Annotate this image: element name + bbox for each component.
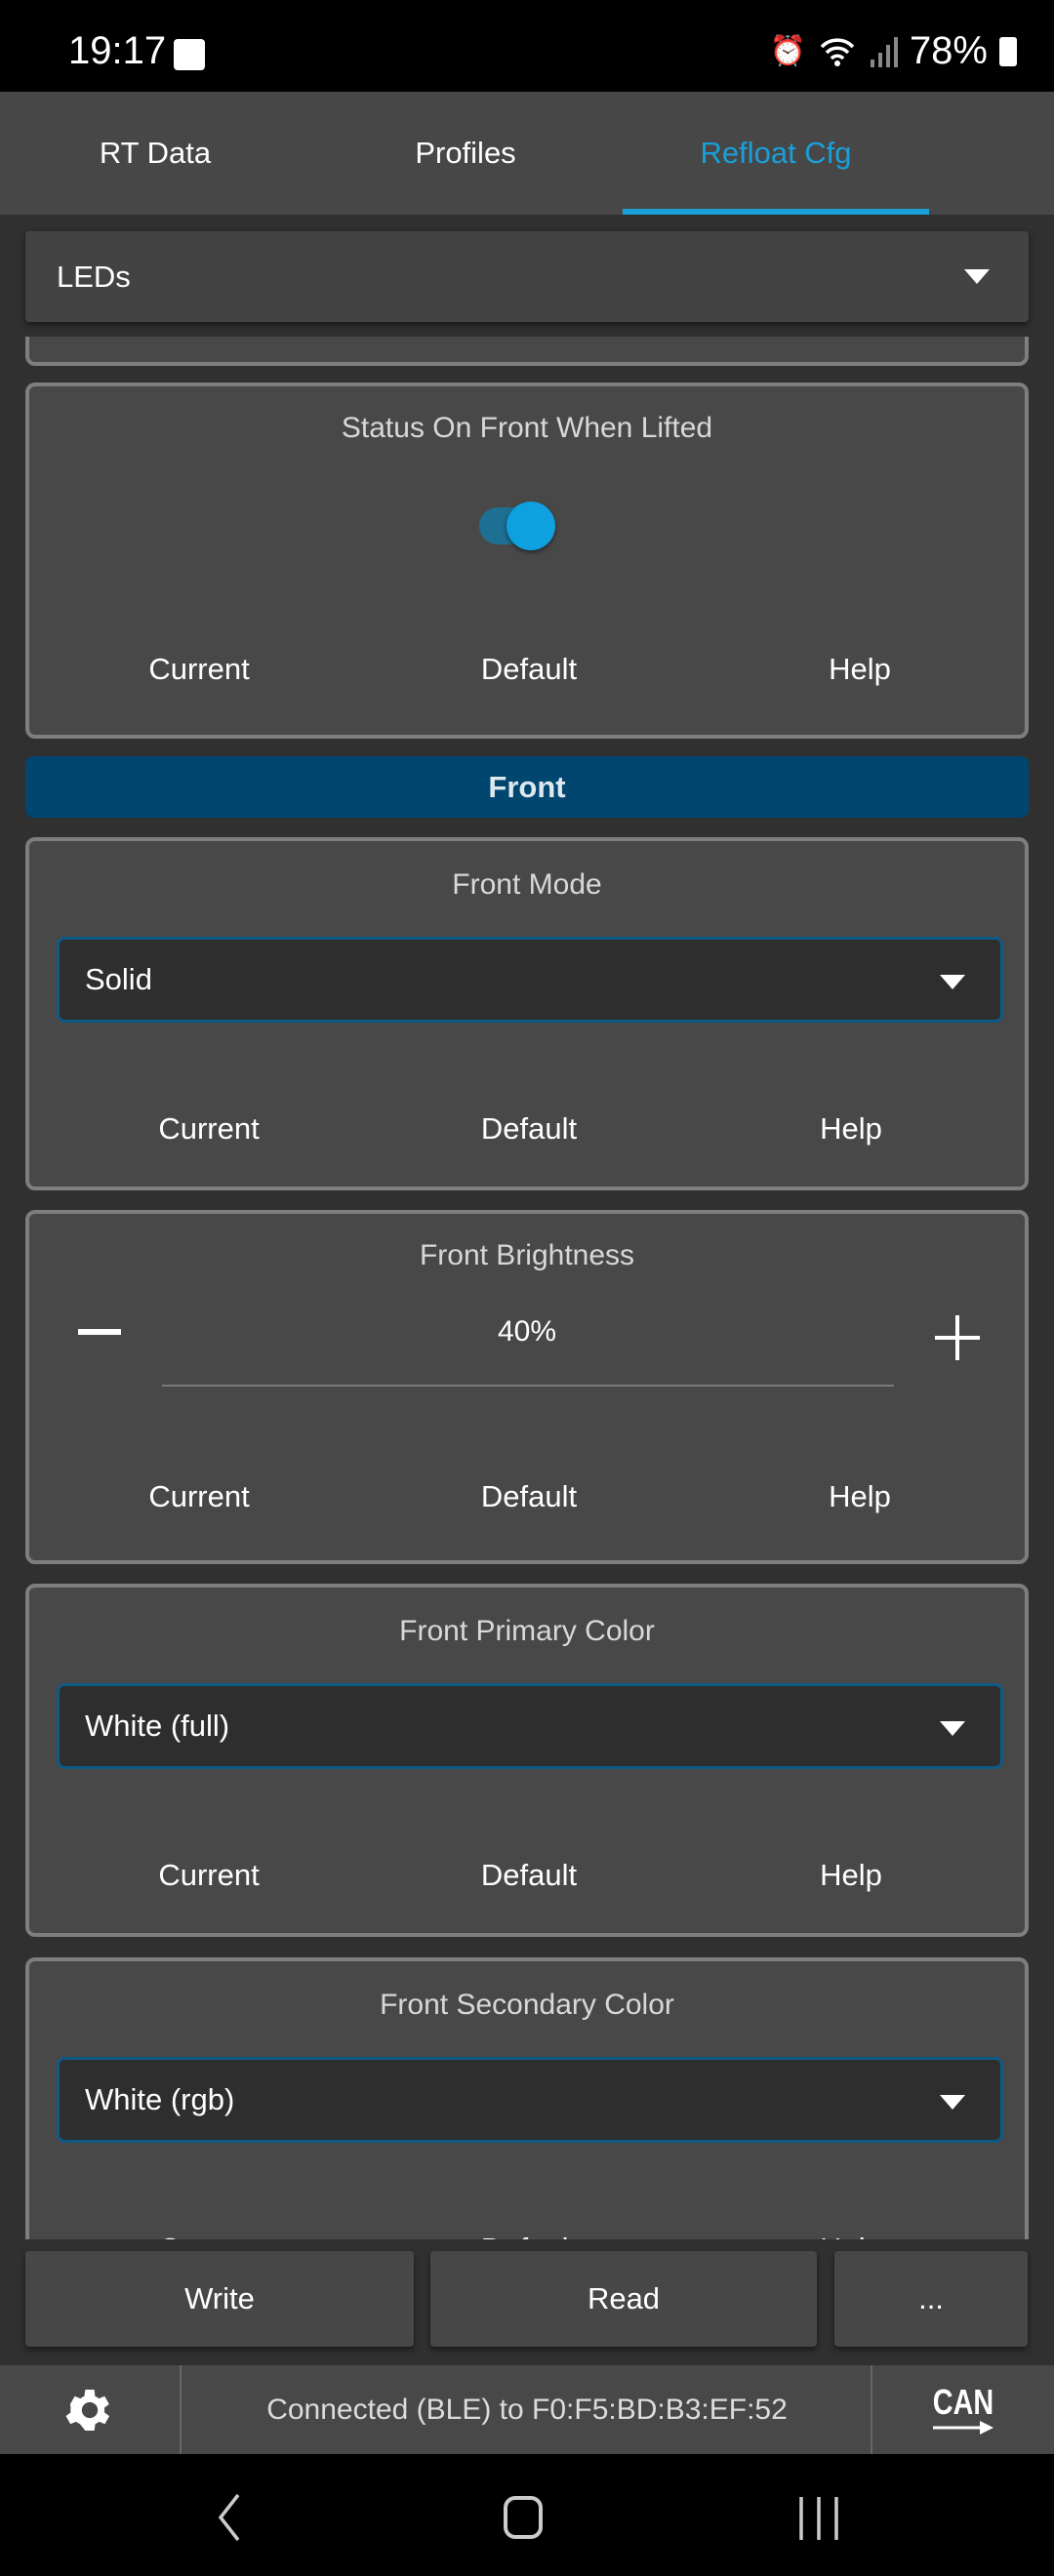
section-header-front: Front bbox=[25, 756, 1029, 818]
front-brightness-card: Front Brightness 40% Current Default Hel… bbox=[25, 1210, 1029, 1564]
chevron-down-icon bbox=[940, 2095, 965, 2110]
tab-bar: RT Data Profiles Refloat Cfg bbox=[0, 92, 1054, 215]
signal-icon bbox=[870, 36, 898, 67]
can-label: CAN bbox=[932, 2381, 994, 2422]
card-title: Front Secondary Color bbox=[380, 1989, 674, 2021]
front-primary-color-select[interactable]: White (full) bbox=[57, 1683, 1003, 1769]
front-secondary-color-select[interactable]: White (rgb) bbox=[57, 2057, 1003, 2143]
select-value: Solid bbox=[85, 962, 152, 996]
front-secondary-color-card: Front Secondary Color White (rgb) Curren… bbox=[25, 1957, 1029, 2239]
current-button[interactable]: Current bbox=[148, 652, 249, 687]
select-value: White (rgb) bbox=[85, 2082, 235, 2116]
home-icon[interactable] bbox=[504, 2496, 543, 2539]
default-button[interactable]: Default bbox=[481, 2232, 577, 2239]
help-button[interactable]: Help bbox=[820, 1858, 882, 1893]
front-mode-select[interactable]: Solid bbox=[57, 937, 1003, 1023]
card-title: Status On Front When Lifted bbox=[341, 412, 713, 444]
category-value: LEDs bbox=[57, 259, 131, 294]
clock: 19:17 bbox=[68, 29, 167, 72]
gallery-icon bbox=[174, 39, 205, 70]
help-button[interactable]: Help bbox=[829, 1479, 891, 1514]
write-button[interactable]: Write bbox=[25, 2251, 414, 2347]
battery-icon bbox=[999, 36, 1017, 66]
front-primary-color-card: Front Primary Color White (full) Current… bbox=[25, 1584, 1029, 1937]
chevron-down-icon bbox=[940, 975, 965, 989]
previous-card-partial bbox=[25, 337, 1029, 366]
tab-rt-data[interactable]: RT Data bbox=[0, 92, 310, 215]
connection-status[interactable]: Connected (BLE) to F0:F5:BD:B3:EF:52 bbox=[183, 2365, 871, 2454]
help-button[interactable]: Help bbox=[820, 1111, 882, 1147]
alarm-icon: ⏰ bbox=[769, 35, 806, 67]
card-title: Front Mode bbox=[452, 868, 602, 901]
read-button[interactable]: Read bbox=[430, 2251, 817, 2347]
active-tab-indicator bbox=[623, 209, 929, 215]
gear-icon bbox=[65, 2389, 110, 2431]
toggle-thumb bbox=[507, 502, 555, 550]
default-button[interactable]: Default bbox=[481, 1479, 577, 1514]
more-button[interactable]: ... bbox=[834, 2251, 1028, 2347]
current-button[interactable]: Current bbox=[148, 1479, 249, 1514]
status-front-lifted-card: Status On Front When Lifted Current Defa… bbox=[25, 382, 1029, 739]
recents-icon[interactable] bbox=[798, 2497, 839, 2540]
status-bar: 19:17 ⏰ 78% bbox=[0, 0, 1054, 92]
chevron-down-icon bbox=[964, 269, 990, 284]
default-button[interactable]: Default bbox=[481, 652, 577, 687]
category-dropdown[interactable]: LEDs bbox=[25, 231, 1029, 322]
help-button[interactable]: Help bbox=[820, 2232, 882, 2239]
current-button[interactable]: Current bbox=[158, 1111, 259, 1147]
front-mode-card: Front Mode Solid Current Default Help bbox=[25, 837, 1029, 1190]
chevron-down-icon bbox=[940, 1721, 965, 1736]
status-front-toggle[interactable] bbox=[479, 502, 555, 550]
card-title: Front Primary Color bbox=[399, 1615, 655, 1647]
tab-refloat-cfg[interactable]: Refloat Cfg bbox=[621, 92, 931, 215]
card-title: Front Brightness bbox=[419, 1239, 635, 1271]
default-button[interactable]: Default bbox=[481, 1111, 577, 1147]
brightness-value[interactable]: 40% bbox=[29, 1315, 1025, 1348]
wifi-icon bbox=[820, 37, 855, 66]
battery-level: 78% bbox=[909, 29, 988, 72]
increase-button[interactable] bbox=[935, 1315, 980, 1360]
current-button[interactable]: Current bbox=[158, 1858, 259, 1893]
settings-button[interactable] bbox=[0, 2365, 182, 2454]
default-button[interactable]: Default bbox=[481, 1858, 577, 1893]
back-icon[interactable] bbox=[215, 2493, 244, 2542]
tab-profiles[interactable]: Profiles bbox=[310, 92, 621, 215]
arrow-right-icon bbox=[933, 2420, 993, 2435]
system-nav-bar bbox=[0, 2454, 1054, 2576]
can-button[interactable]: CAN bbox=[871, 2365, 1054, 2454]
select-value: White (full) bbox=[85, 1709, 230, 1743]
current-button[interactable]: Current bbox=[158, 2232, 259, 2239]
help-button[interactable]: Help bbox=[829, 652, 891, 687]
connection-bar: Connected (BLE) to F0:F5:BD:B3:EF:52 CAN bbox=[0, 2365, 1054, 2454]
value-underline bbox=[162, 1385, 894, 1387]
settings-scroll-area[interactable]: Status On Front When Lifted Current Defa… bbox=[0, 337, 1054, 2239]
